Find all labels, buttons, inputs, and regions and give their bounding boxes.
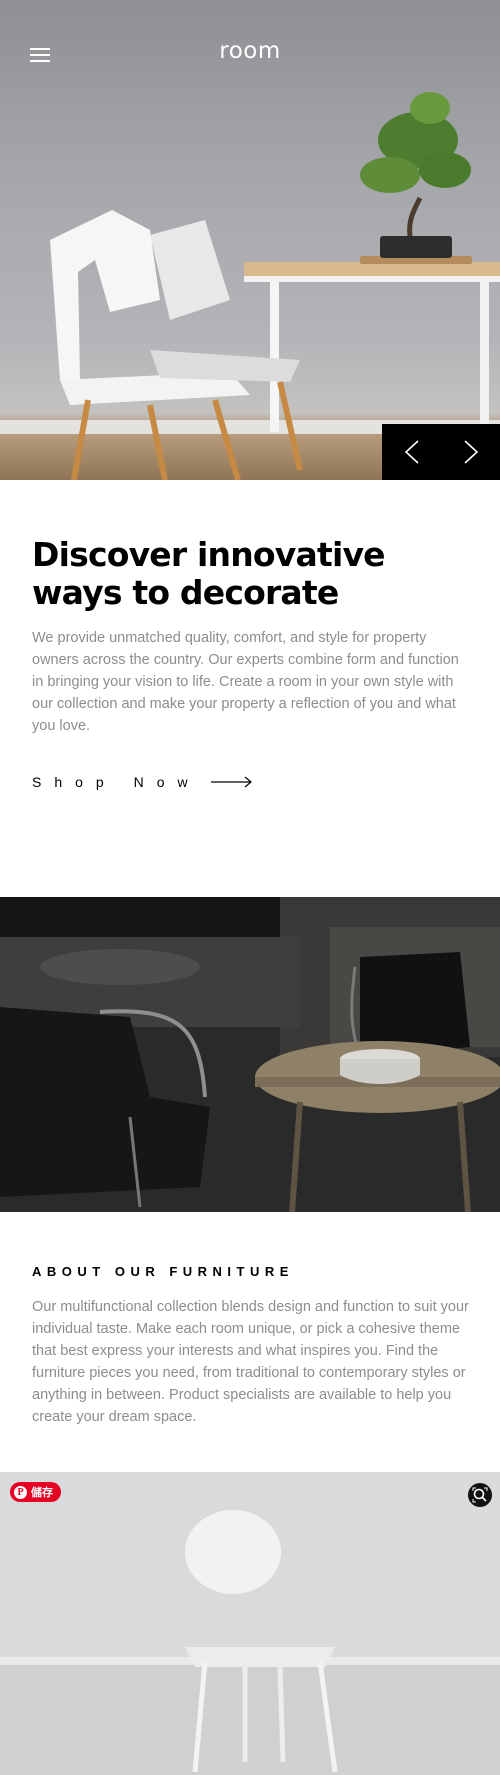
lounge-image: [0, 897, 500, 1212]
brand-logo[interactable]: room: [0, 38, 500, 64]
chevron-left-icon: [404, 440, 419, 464]
slider-next-button[interactable]: [441, 424, 500, 480]
lounge-scene: [0, 897, 500, 1212]
save-label: 儲存: [31, 1486, 53, 1499]
shop-now-link[interactable]: Shop Now: [32, 774, 253, 790]
intro-title: Discover innovative ways to decorate: [32, 535, 386, 612]
visual-search-icon: [472, 1487, 488, 1503]
pinterest-icon: P: [14, 1485, 27, 1499]
pinterest-save-button[interactable]: P 儲存: [10, 1482, 61, 1502]
intro-text: We provide unmatched quality, comfort, a…: [32, 630, 459, 734]
table-top: [244, 262, 500, 276]
visual-search-button[interactable]: [468, 1483, 492, 1507]
slider-prev-button[interactable]: [382, 424, 441, 480]
chevron-right-icon: [463, 440, 478, 464]
white-chair-scene: [0, 1472, 500, 1775]
about-heading: ABOUT OUR FURNITURE: [32, 1264, 294, 1279]
arrow-right-icon: [210, 776, 252, 788]
about-text: Our multifunctional collection blends de…: [32, 1299, 469, 1425]
shop-now-label: Shop Now: [32, 774, 201, 790]
hero-slider: room: [0, 0, 500, 480]
hero-image: [50, 92, 500, 480]
white-chair-image: P 儲存: [0, 1472, 500, 1775]
slider-nav: [382, 424, 500, 480]
